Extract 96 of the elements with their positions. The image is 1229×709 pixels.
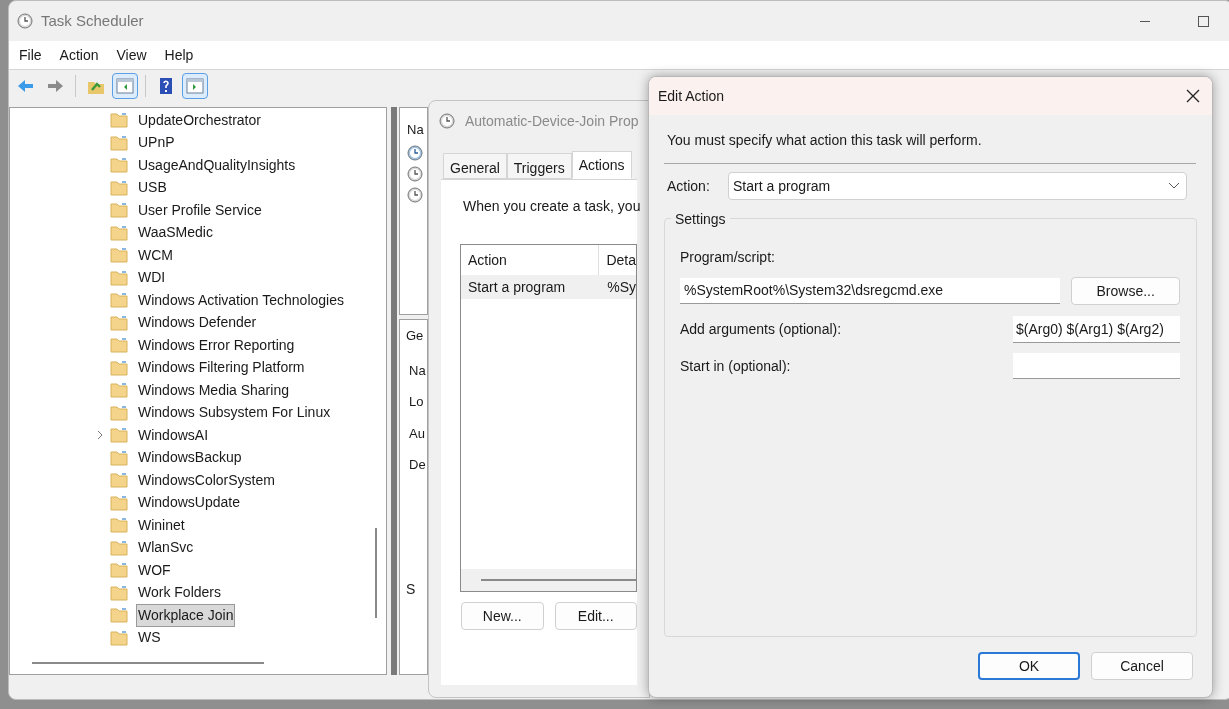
close-icon[interactable] (1186, 89, 1200, 103)
start-in-input[interactable] (1013, 353, 1180, 379)
tree-item[interactable]: Windows Subsystem For Linux (136, 401, 333, 425)
pane-toggle-icon[interactable] (112, 72, 138, 99)
instruction-text: You must specify what action this task will perform. (666, 131, 983, 150)
menu-item[interactable]: Help (162, 44, 196, 66)
dialog-button[interactable]: New... (461, 602, 544, 630)
folder-icon (110, 157, 128, 174)
folder-icon (110, 607, 128, 624)
dialog-title: Automatic-Device-Join Prop (465, 111, 639, 131)
chevron-icon[interactable] (96, 430, 104, 441)
table-row[interactable]: Start a program %Sy (461, 275, 636, 299)
folder-icon (110, 247, 128, 264)
tree-item[interactable]: UsageAndQualityInsights (136, 153, 298, 177)
tree-item[interactable]: WlanSvc (136, 536, 196, 560)
folder-icon (110, 314, 128, 331)
tree-item[interactable]: WindowsUpdate (136, 491, 242, 515)
tree-item[interactable]: Work Folders (136, 581, 223, 605)
tree-item[interactable]: WDI (136, 266, 168, 290)
folder-icon (110, 472, 128, 489)
field-label: Lo (409, 393, 425, 411)
tree-item[interactable]: WaaSMedic (136, 221, 215, 245)
tab[interactable]: Triggers (506, 153, 572, 179)
window-title: Task Scheduler (41, 10, 144, 31)
chevron-down-icon (1168, 182, 1180, 190)
folder-icon (110, 404, 128, 421)
menu-item[interactable]: View (114, 44, 149, 66)
details-tab[interactable]: Ge (406, 326, 427, 346)
folder-icon (110, 562, 128, 579)
menu-item[interactable]: Action (57, 44, 101, 66)
field-label: Start in (optional): (680, 356, 791, 376)
field-label: Na (409, 361, 427, 380)
column-header: Na (407, 121, 425, 139)
folder-icon (110, 629, 128, 646)
folder-icon (110, 494, 128, 511)
tree-item[interactable]: USB (136, 176, 169, 200)
folder-icon (110, 179, 128, 196)
arguments-input[interactable]: $(Arg0) $(Arg1) $(Arg2) (1013, 316, 1180, 343)
dialog-button[interactable]: OK (978, 652, 1080, 680)
browse-button[interactable]: Browse... (1071, 277, 1180, 305)
folder-icon (110, 539, 128, 556)
tree-item[interactable]: Windows Error Reporting (136, 333, 297, 357)
folder-icon (110, 112, 128, 129)
folder-icon (110, 449, 128, 466)
tree-item[interactable]: WindowsAI (136, 423, 211, 447)
clock-icon (407, 144, 423, 161)
tree-item[interactable]: UPnP (136, 131, 177, 155)
tree-item[interactable]: WS (136, 626, 163, 650)
tree-item[interactable]: Windows Media Sharing (136, 378, 291, 402)
clock-icon (407, 165, 423, 182)
column-header[interactable]: Deta (599, 245, 636, 275)
folder-icon (110, 382, 128, 399)
field-label: Add arguments (optional): (680, 320, 842, 339)
field-label: Au (409, 424, 426, 443)
folder-icon (110, 292, 128, 309)
tree-item[interactable]: WindowsColorSystem (136, 468, 277, 492)
tree-item[interactable]: UpdateOrchestrator (136, 108, 263, 132)
tree-item[interactable]: WCM (136, 243, 175, 267)
dialog-button[interactable]: Edit... (554, 602, 637, 630)
horizontal-scrollbar-thumb[interactable] (32, 662, 264, 664)
field-label: De (409, 456, 427, 474)
folder-icon (110, 337, 128, 354)
program-input[interactable]: %SystemRoot%\System32\dsregcmd.exe (680, 278, 1061, 304)
dialog-button[interactable]: Cancel (1091, 652, 1193, 680)
clock-icon (407, 186, 423, 203)
horizontal-scrollbar-thumb[interactable] (481, 579, 636, 581)
tree-item[interactable]: Windows Filtering Platform (136, 356, 307, 380)
app-clock-icon (17, 13, 33, 29)
tree-item[interactable]: Windows Defender (136, 311, 259, 335)
menu-item[interactable]: File (17, 44, 44, 66)
field-label: Program/script: (680, 248, 776, 267)
dialog-title: Edit Action (658, 86, 725, 106)
table-cell-text: Start a program (467, 277, 567, 297)
tree-item[interactable]: Wininet (136, 513, 187, 537)
folder-icon (110, 134, 128, 151)
folder-icon (110, 427, 128, 444)
group-label: S (406, 579, 417, 599)
folder-icon (110, 224, 128, 241)
panel-toggle-icon[interactable] (182, 72, 208, 99)
tree-item[interactable]: User Profile Service (136, 198, 264, 222)
folder-icon (110, 269, 128, 286)
scrollbar-thumb[interactable] (375, 528, 377, 618)
tab[interactable]: General (443, 153, 507, 179)
folder-icon (110, 584, 128, 601)
tree-item[interactable]: Workplace Join (136, 603, 236, 627)
action-label: Action: (667, 176, 711, 196)
tree-item[interactable]: WOF (136, 558, 173, 582)
folder-icon (110, 517, 128, 534)
tree-item[interactable]: WindowsBackup (136, 446, 244, 470)
action-dropdown[interactable]: Start a program (728, 172, 1187, 200)
folder-icon (110, 359, 128, 376)
dialog-clock-icon (439, 113, 455, 129)
tab[interactable]: Actions (571, 151, 632, 179)
folder-icon (110, 202, 128, 219)
tree-item[interactable]: Windows Activation Technologies (136, 288, 346, 312)
table-cell-text: %Sy (606, 277, 636, 297)
